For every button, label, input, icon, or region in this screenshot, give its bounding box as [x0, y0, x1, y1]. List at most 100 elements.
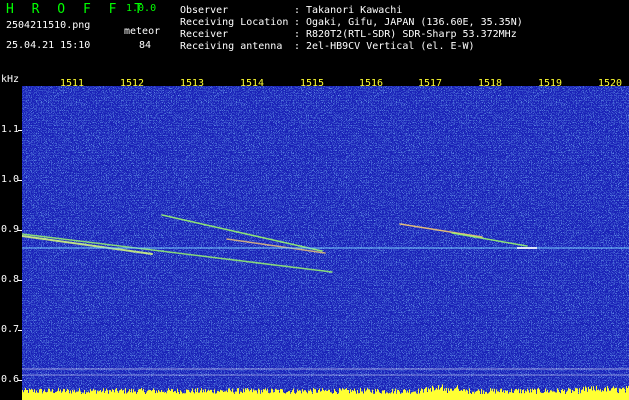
signal-level-bar — [119, 390, 120, 400]
signal-level-bar — [251, 388, 252, 400]
signal-level-bar — [321, 391, 322, 400]
signal-level-bar — [250, 389, 251, 400]
signal-level-bar — [527, 388, 528, 400]
signal-level-bar — [68, 389, 69, 400]
signal-level-bar — [115, 389, 116, 400]
signal-level-bar — [426, 387, 427, 400]
signal-level-bar — [200, 390, 201, 400]
signal-level-bar — [600, 389, 601, 400]
signal-level-bar — [615, 387, 616, 400]
signal-level-bar — [383, 390, 384, 400]
signal-level-bar — [582, 389, 583, 400]
signal-level-bar — [406, 392, 407, 400]
signal-level-bar — [512, 392, 513, 400]
signal-level-bar — [230, 390, 231, 400]
signal-level-bar — [553, 391, 554, 400]
signal-level-bar — [557, 388, 558, 400]
signal-level-bar — [545, 388, 546, 400]
signal-level-bar — [427, 392, 428, 400]
signal-level-bar — [461, 389, 462, 400]
signal-level-bar — [213, 393, 214, 400]
signal-level-bar — [35, 392, 36, 400]
meteor-label: meteor — [124, 26, 161, 37]
signal-level-bar — [354, 388, 355, 400]
signal-level-bar — [139, 389, 140, 400]
signal-level-bar — [347, 390, 348, 400]
signal-level-bar — [55, 392, 56, 400]
signal-level-bar — [382, 390, 383, 400]
signal-level-bar — [216, 393, 217, 400]
signal-level-bar — [336, 392, 337, 400]
signal-level-bar — [623, 387, 624, 400]
signal-level-bar — [182, 393, 183, 400]
signal-level-bar — [76, 391, 77, 400]
signal-level-bar — [192, 388, 193, 400]
signal-level-bar — [236, 391, 237, 400]
signal-level-bar — [302, 389, 303, 400]
signal-level-bar — [621, 389, 622, 400]
signal-level-bar — [215, 393, 216, 400]
signal-level-bar — [226, 390, 227, 400]
signal-level-bar — [306, 392, 307, 400]
signal-level-bar — [100, 390, 101, 400]
signal-level-bar — [168, 388, 169, 400]
signal-level-bar — [267, 388, 268, 400]
signal-level-bar — [261, 390, 262, 400]
signal-level-bar — [195, 388, 196, 400]
signal-level-bar — [56, 391, 57, 400]
signal-level-bar — [276, 389, 277, 400]
signal-level-bar — [23, 392, 24, 400]
signal-level-bar — [384, 390, 385, 400]
signal-level-bar — [424, 388, 425, 400]
signal-level-bar — [133, 389, 134, 400]
signal-level-bar — [576, 388, 577, 400]
signal-level-bar — [205, 389, 206, 400]
signal-level-bar — [469, 388, 470, 400]
signal-level-bar — [136, 393, 137, 400]
signal-level-bar — [142, 390, 143, 400]
signal-level-bar — [31, 389, 32, 400]
signal-level-bar — [460, 390, 461, 400]
signal-level-bar — [523, 389, 524, 400]
signal-level-bar — [151, 391, 152, 400]
signal-level-bar — [170, 390, 171, 400]
signal-level-bar — [130, 392, 131, 400]
signal-level-bar — [595, 391, 596, 400]
signal-level-bar — [358, 393, 359, 400]
signal-level-bar — [141, 388, 142, 400]
signal-level-bar — [293, 388, 294, 400]
signal-level-bar — [558, 389, 559, 400]
noise-layer — [22, 86, 629, 400]
signal-level-bar — [66, 390, 67, 400]
signal-level-bar — [356, 393, 357, 400]
signal-level-bar — [434, 390, 435, 400]
signal-level-bar — [319, 388, 320, 400]
signal-level-bar — [363, 393, 364, 400]
signal-level-bar — [87, 392, 88, 400]
signal-level-bar — [598, 389, 599, 400]
signal-level-bar — [533, 390, 534, 400]
signal-level-bar — [303, 391, 304, 400]
signal-level-bar — [129, 389, 130, 400]
antenna-label: Receiving antenna — [180, 41, 283, 52]
signal-level-bar — [431, 391, 432, 400]
signal-level-bar — [465, 391, 466, 400]
signal-level-bar — [82, 392, 83, 400]
signal-level-bar — [323, 389, 324, 400]
signal-level-bar — [65, 392, 66, 400]
signal-level-bar — [208, 389, 209, 400]
signal-level-bar — [312, 393, 313, 400]
signal-level-bar — [510, 392, 511, 400]
signal-level-bar — [394, 391, 395, 400]
signal-level-bar — [353, 391, 354, 400]
signal-level-bar — [191, 391, 192, 400]
signal-level-bar — [607, 386, 608, 400]
signal-level-bar — [433, 387, 434, 400]
signal-level-bar — [176, 393, 177, 400]
receiver-sep: : — [294, 29, 301, 40]
signal-level-bar — [157, 392, 158, 400]
signal-level-bar — [322, 388, 323, 400]
signal-level-bar — [513, 392, 514, 400]
signal-level-bar — [528, 390, 529, 400]
signal-level-bar — [101, 392, 102, 400]
